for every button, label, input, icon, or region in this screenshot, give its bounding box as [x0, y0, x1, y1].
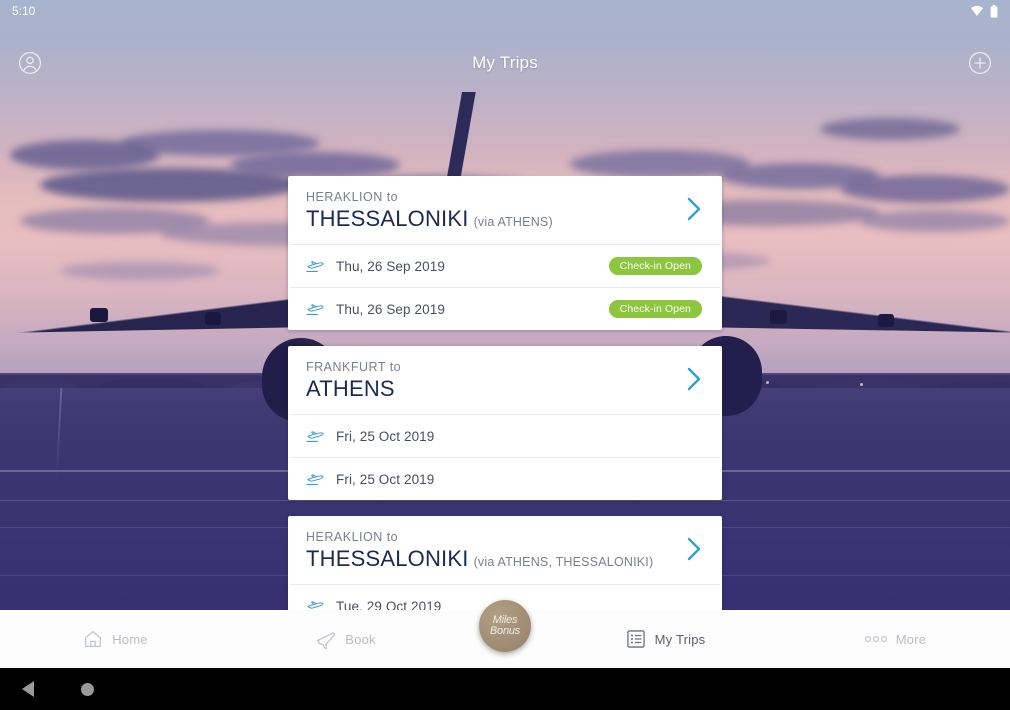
- miles-bonus-button[interactable]: Miles Bonus: [479, 600, 531, 652]
- home-icon: [85, 631, 102, 647]
- airplane-departure-icon: [306, 304, 324, 315]
- route-via: (via ATHENS): [473, 215, 553, 229]
- device-screen: 5:10 My Trips HERAKLION to THESSALONIKI …: [0, 0, 1010, 710]
- route-origin: FRANKFURT to: [306, 360, 402, 374]
- route-destination-line: ATHENS: [306, 376, 401, 402]
- flight-date: Fri, 25 Oct 2019: [336, 428, 435, 444]
- status-bar: 5:10: [0, 0, 1010, 22]
- airplane-departure-icon: [306, 431, 324, 442]
- route-origin: HERAKLION to: [306, 530, 399, 544]
- chevron-right-icon: [687, 197, 701, 220]
- airplane-departure-icon: [307, 601, 324, 609]
- flight-row[interactable]: Thu, 26 Sep 2019 Check-in Open: [290, 287, 720, 330]
- flight-date: Thu, 26 Sep 2019: [336, 301, 445, 317]
- airplane-departure-icon: [306, 261, 324, 272]
- chevron-right-icon: [687, 367, 701, 390]
- app-header: My Trips: [0, 40, 1010, 86]
- bottom-tab-bar: Home Book My Trips More Miles Bonus: [0, 600, 1010, 668]
- account-circle-icon[interactable]: [16, 49, 44, 77]
- page-title: My Trips: [472, 53, 538, 72]
- add-circle-icon[interactable]: [966, 49, 994, 77]
- route-destination: THESSALONIKI: [306, 206, 469, 231]
- airplane-departure-icon: [306, 598, 336, 610]
- trip-card[interactable]: FRANKFURT to ATHENS Fri, 25 Oct 2019 Fri…: [288, 346, 722, 500]
- route-destination: ATHENS: [306, 376, 395, 401]
- open-trip-chevron[interactable]: [674, 535, 704, 568]
- plane-icon: [316, 631, 336, 649]
- trip-route: HERAKLION to THESSALONIKI (via ATHENS, T…: [306, 530, 653, 572]
- miles-line-2: Bonus: [489, 625, 521, 637]
- tab-label: My Trips: [654, 631, 706, 647]
- tab-home[interactable]: Home: [0, 610, 230, 668]
- route-via: (via ATHENS, THESSALONIKI): [473, 555, 654, 569]
- route-destination: THESSALONIKI: [306, 546, 469, 571]
- battery-icon: [990, 4, 998, 18]
- trip-card-header[interactable]: HERAKLION to THESSALONIKI (via ATHENS, T…: [288, 516, 722, 584]
- open-trip-chevron[interactable]: [674, 195, 704, 228]
- android-nav-bar: [0, 668, 1010, 710]
- trip-card-header[interactable]: FRANKFURT to ATHENS: [288, 346, 722, 414]
- cloud: [230, 152, 400, 178]
- trip-card[interactable]: HERAKLION to THESSALONIKI (via ATHENS) T…: [288, 176, 722, 330]
- back-triangle-icon[interactable]: [22, 681, 34, 697]
- status-icon-group: [970, 4, 998, 18]
- tab-label: Book: [345, 631, 376, 647]
- airplane-departure-icon: [306, 428, 336, 444]
- cloud: [820, 118, 960, 140]
- route-origin: HERAKLION to: [306, 190, 399, 204]
- tab-more[interactable]: More: [780, 610, 1010, 668]
- trip-route: FRANKFURT to ATHENS: [306, 360, 401, 402]
- wifi-icon: [971, 5, 983, 16]
- airplane-departure-icon: [306, 471, 336, 487]
- flight-row[interactable]: Fri, 25 Oct 2019: [290, 457, 720, 500]
- flight-date: Thu, 26 Sep 2019: [336, 258, 445, 274]
- status-badge: Check-in Open: [608, 257, 702, 275]
- tab-label: More: [895, 631, 927, 647]
- trip-list: HERAKLION to THESSALONIKI (via ATHENS) T…: [0, 176, 1010, 610]
- dots-icon: [864, 635, 887, 643]
- status-badge: Check-in Open: [608, 300, 702, 318]
- home-circle-icon[interactable]: [81, 682, 94, 696]
- open-trip-chevron[interactable]: [674, 365, 704, 398]
- route-destination-line: THESSALONIKI (via ATHENS, THESSALONIKI): [306, 546, 653, 572]
- status-time: 5:10: [12, 4, 36, 18]
- trip-card-header[interactable]: HERAKLION to THESSALONIKI (via ATHENS): [288, 176, 722, 244]
- miles-bonus-label: Miles Bonus: [490, 615, 520, 637]
- list-icon: [626, 630, 645, 648]
- trip-route: HERAKLION to THESSALONIKI (via ATHENS): [306, 190, 553, 232]
- trip-card[interactable]: HERAKLION to THESSALONIKI (via ATHENS, T…: [288, 516, 722, 610]
- airplane-departure-icon: [306, 258, 336, 274]
- tab-label: Home: [112, 631, 148, 647]
- flight-row[interactable]: Thu, 26 Sep 2019 Check-in Open: [290, 244, 720, 287]
- airplane-departure-icon: [306, 301, 336, 317]
- app-viewport: 5:10 My Trips HERAKLION to THESSALONIKI …: [0, 0, 1010, 668]
- flight-row[interactable]: Fri, 25 Oct 2019: [290, 414, 720, 457]
- flight-date: Fri, 25 Oct 2019: [336, 471, 435, 487]
- airplane-departure-icon: [306, 474, 324, 485]
- route-destination-line: THESSALONIKI (via ATHENS): [306, 206, 553, 232]
- chevron-right-icon: [687, 537, 701, 560]
- tab-my-trips[interactable]: My Trips: [550, 610, 780, 668]
- tab-book[interactable]: Book: [230, 610, 460, 668]
